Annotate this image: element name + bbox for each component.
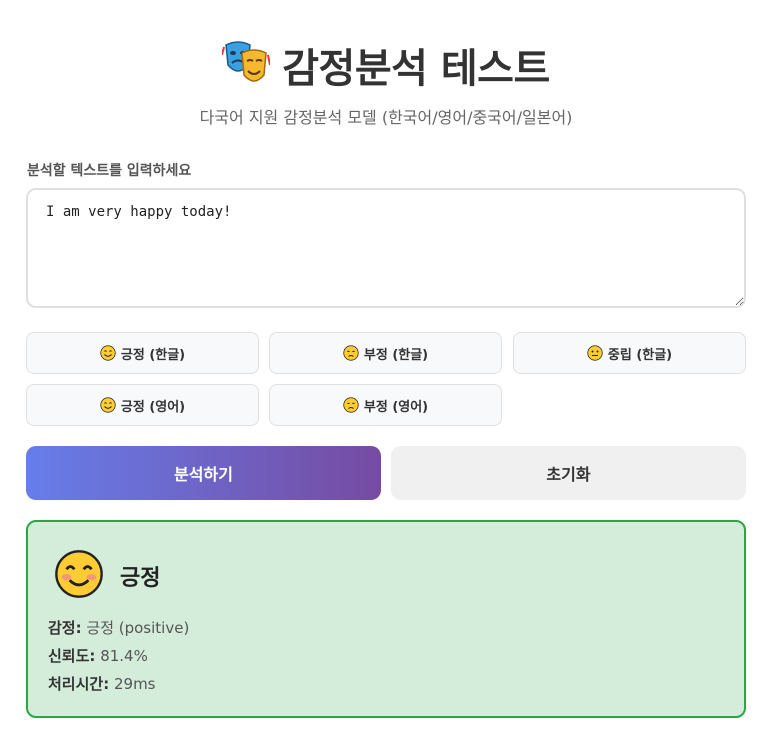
sample-neutral-korean-button[interactable]: 중립 (한글) bbox=[513, 332, 746, 374]
smiling-face-icon bbox=[54, 549, 104, 599]
theater-masks-icon bbox=[221, 39, 272, 91]
reset-button[interactable]: 초기화 bbox=[391, 446, 746, 500]
page-title: 감정분석 테스트 bbox=[282, 46, 550, 92]
page-header: 감정분석 테스트 bbox=[0, 36, 772, 94]
analyze-button[interactable]: 분석하기 bbox=[26, 446, 381, 500]
sample-positive-korean-button[interactable]: 긍정 (한글) bbox=[26, 332, 259, 374]
result-time-value: 29ms bbox=[113, 675, 156, 693]
result-time-label: 처리시간: bbox=[48, 675, 110, 693]
sample-negative-english-button[interactable]: 부정 (영어) bbox=[269, 384, 502, 426]
sample-label: 부정 (영어) bbox=[363, 399, 429, 415]
sample-positive-english-button[interactable]: 긍정 (영어) bbox=[26, 384, 259, 426]
text-input-label: 분석할 텍스트를 입력하세요 bbox=[27, 163, 192, 179]
sad-face-icon bbox=[343, 397, 359, 413]
result-card: 긍정 감정: 긍정 (positive) 신뢰도: 81.4% 처리시간: 29… bbox=[26, 520, 746, 718]
result-sentiment-label: 감정: bbox=[48, 619, 82, 637]
smiling-face-icon bbox=[100, 345, 116, 361]
result-sentiment-value: 긍정 (positive) bbox=[86, 619, 190, 637]
sample-label: 중립 (한글) bbox=[607, 347, 673, 363]
result-sentiment: 감정: 긍정 (positive) bbox=[48, 617, 189, 638]
sample-label: 긍정 (한글) bbox=[120, 347, 186, 363]
smiling-face-icon bbox=[100, 397, 116, 413]
text-input[interactable]: I am very happy today! bbox=[26, 188, 746, 308]
result-time: 처리시간: 29ms bbox=[48, 673, 156, 694]
result-title: 긍정 bbox=[120, 566, 161, 591]
sample-negative-korean-button[interactable]: 부정 (한글) bbox=[269, 332, 502, 374]
sad-face-icon bbox=[343, 345, 359, 361]
neutral-face-icon bbox=[587, 345, 603, 361]
result-confidence-value: 81.4% bbox=[100, 647, 148, 665]
sample-label: 부정 (한글) bbox=[363, 347, 429, 363]
page-subtitle: 다국어 지원 감정분석 모델 (한국어/영어/중국어/일본어) bbox=[199, 108, 573, 127]
result-confidence: 신뢰도: 81.4% bbox=[48, 645, 148, 666]
sample-label: 긍정 (영어) bbox=[120, 399, 186, 415]
result-confidence-label: 신뢰도: bbox=[48, 647, 96, 665]
